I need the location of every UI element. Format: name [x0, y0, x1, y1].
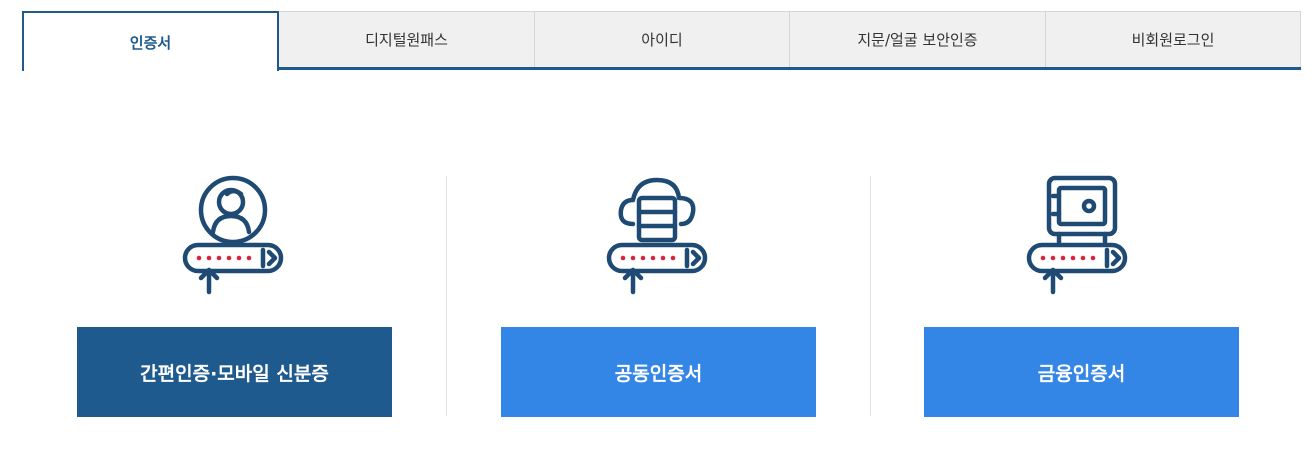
- tab-biometric[interactable]: 지문/얼굴 보안인증: [789, 11, 1046, 67]
- safe-password-icon: [1019, 172, 1139, 302]
- simple-auth-mobile-id-button[interactable]: 간편인증·모바일 신분증: [77, 327, 392, 417]
- column-divider: [446, 176, 447, 416]
- user-password-icon: [175, 172, 295, 302]
- joint-certificate-button[interactable]: 공동인증서: [501, 327, 816, 417]
- cloud-server-password-icon: [599, 172, 719, 302]
- login-method-tabs: 인증서 디지털원패스 아이디 지문/얼굴 보안인증 비회원로그인: [22, 11, 1301, 71]
- button-label: 간편인증·모바일 신분증: [140, 362, 329, 385]
- tab-id[interactable]: 아이디: [534, 11, 790, 67]
- tab-digital-onepass[interactable]: 디지털원패스: [278, 11, 535, 67]
- button-label: 금융인증서: [1037, 362, 1126, 385]
- tab-label: 비회원로그인: [1131, 31, 1215, 49]
- financial-certificate-button[interactable]: 금융인증서: [924, 327, 1239, 417]
- tab-label: 아이디: [641, 31, 683, 49]
- tab-label: 지문/얼굴 보안인증: [857, 31, 978, 49]
- tab-label: 인증서: [129, 33, 172, 52]
- button-label: 공동인증서: [614, 362, 703, 385]
- tab-label: 디지털원패스: [365, 31, 448, 49]
- tab-certificate[interactable]: 인증서: [22, 11, 279, 71]
- tab-guest-login[interactable]: 비회원로그인: [1045, 11, 1301, 67]
- column-divider: [870, 176, 871, 416]
